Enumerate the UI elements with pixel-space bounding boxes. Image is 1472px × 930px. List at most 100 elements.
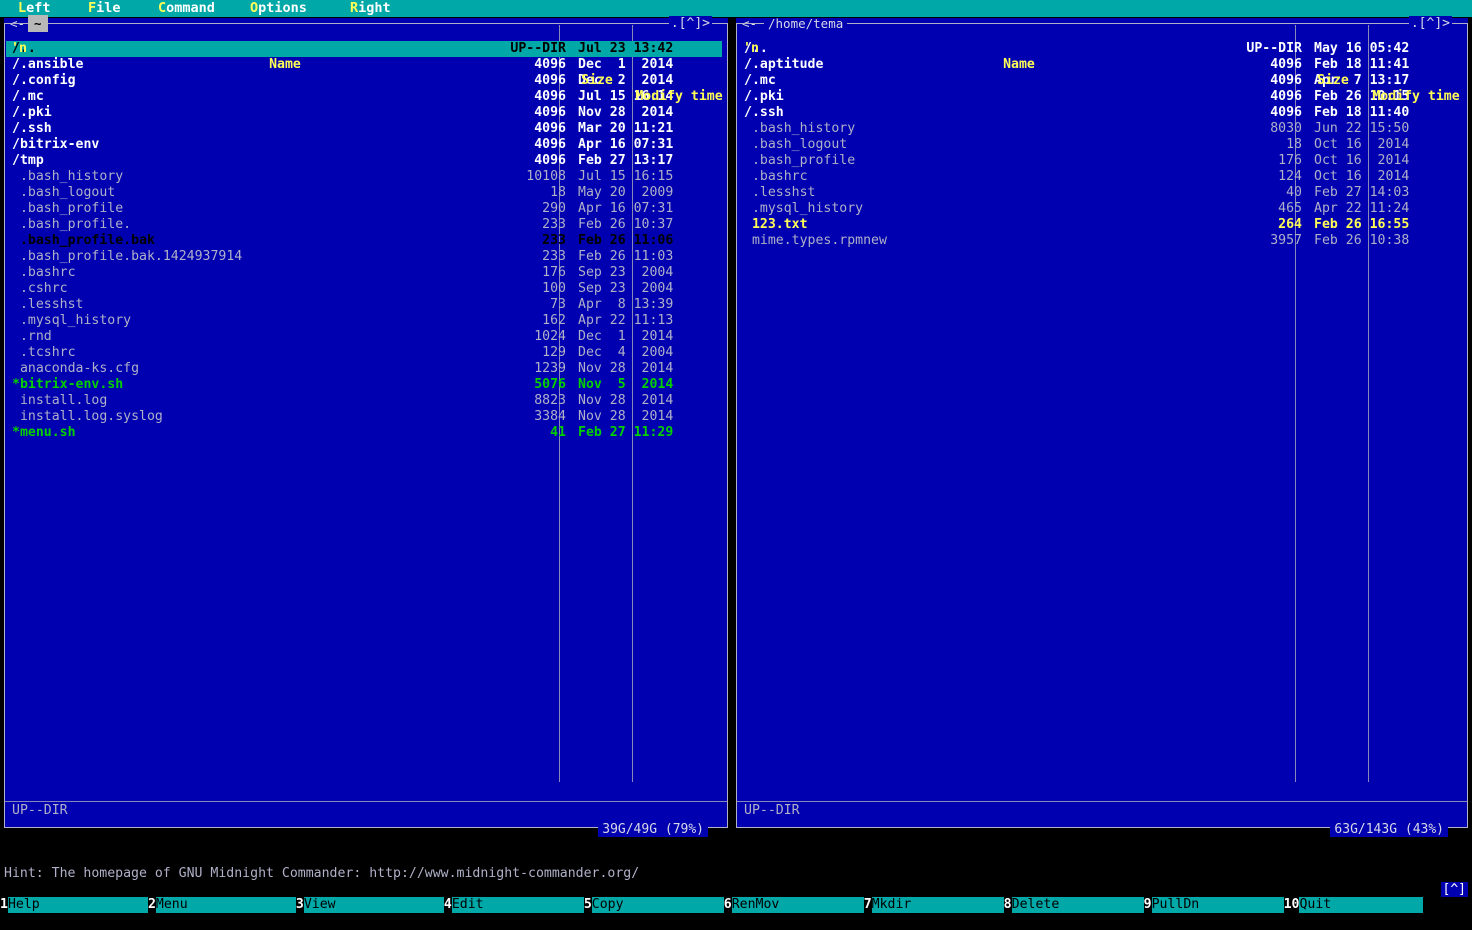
file-row[interactable]: .mysql_history 162 Apr 22 11:13 — [6, 313, 726, 329]
left-sort-indicator[interactable]: 'n — [11, 41, 27, 57]
file-row[interactable]: .rnd 1024 Dec 1 2014 — [6, 329, 726, 345]
right-column-headers[interactable]: 'n Name Size Modify time — [737, 25, 1467, 104]
fkey-7-mkdir[interactable]: 7Mkdir — [863, 897, 1004, 913]
fkey-2-menu[interactable]: 2Menu — [147, 897, 296, 913]
file-name: .bash_profile.bak — [12, 233, 155, 248]
file-size: 18 — [550, 185, 566, 200]
file-row[interactable]: .bash_profile 290 Apr 16 07:31 — [6, 201, 726, 217]
right-col-time[interactable]: Modify time — [1371, 89, 1461, 105]
file-name: .bashrc — [744, 169, 808, 184]
menu-item-command[interactable]: Command — [158, 0, 215, 17]
menu-item-options[interactable]: Options — [250, 0, 307, 17]
file-row[interactable]: .bash_profile 176 Oct 16 2014 — [738, 153, 1466, 169]
file-row[interactable]: /.pki 4096 Nov 28 2014 — [6, 105, 726, 121]
menu-item-right[interactable]: Right — [350, 0, 391, 17]
file-row[interactable]: 123.txt 264 Feb 26 16:55 — [738, 217, 1466, 233]
file-row[interactable]: *bitrix-env.sh 5076 Nov 5 2014 — [6, 377, 726, 393]
file-row[interactable]: /.. UP--DIR Jul 23 13:42 — [6, 41, 722, 57]
left-col-name[interactable]: Name — [11, 57, 559, 73]
file-size: 465 — [1278, 201, 1302, 216]
file-modify-time: Dec 1 2014 — [578, 329, 674, 344]
right-panel[interactable]: <- /home/tema .[^]> 'n Name Size Modify … — [736, 16, 1468, 837]
file-size: 5076 — [534, 377, 566, 392]
left-column-headers[interactable]: 'n Name Size Modify time — [5, 25, 727, 104]
file-row[interactable]: .cshrc 100 Sep 23 2004 — [6, 281, 726, 297]
file-row[interactable]: anaconda-ks.cfg 1239 Nov 28 2014 — [6, 361, 726, 377]
file-row[interactable]: install.log 8823 Nov 28 2014 — [6, 393, 726, 409]
file-row[interactable]: .bash_logout 18 Oct 16 2014 — [738, 137, 1466, 153]
function-key-bar[interactable]: 1Help 2Menu 3View 4Edit 5Copy 6RenMov 7Mkdir 8D… — [0, 897, 1472, 913]
file-size: 18 — [1286, 137, 1302, 152]
file-modify-time: Feb 26 16:55 — [1314, 217, 1410, 232]
file-row[interactable]: .bash_history 10108 Jul 15 16:15 — [6, 169, 726, 185]
file-row[interactable]: .mysql_history 465 Apr 22 11:24 — [738, 201, 1466, 217]
fkey-10-quit[interactable]: 10Quit — [1283, 897, 1424, 913]
file-size: 162 — [542, 313, 566, 328]
menu-item-left[interactable]: Left — [18, 0, 51, 17]
right-sort-indicator[interactable]: 'n — [743, 41, 759, 57]
file-name: .bash_logout — [744, 137, 848, 152]
file-modify-time: Mar 20 11:21 — [578, 121, 674, 136]
right-file-list[interactable]: /.. UP--DIR May 16 05:42/.aptitude 4096 Feb … — [738, 41, 1466, 801]
file-size: 3957 — [1270, 233, 1302, 248]
file-row[interactable]: /.ssh 4096 Feb 18 11:40 — [738, 105, 1466, 121]
file-row[interactable]: /.ssh 4096 Mar 20 11:21 — [6, 121, 726, 137]
file-row[interactable]: .bash_profile. 233 Feb 26 10:37 — [6, 217, 726, 233]
fkey-8-delete[interactable]: 8Delete — [1003, 897, 1144, 913]
file-name: .bash_profile — [744, 153, 856, 168]
file-row[interactable]: /.mc 4096 Jul 15 16:14 — [6, 89, 726, 105]
file-row[interactable]: .bashrc 124 Oct 16 2014 — [738, 169, 1466, 185]
menu-label: ile — [96, 0, 121, 16]
file-size: 8030 — [1270, 121, 1302, 136]
file-row[interactable]: .tcshrc 129 Dec 4 2004 — [6, 345, 726, 361]
file-modify-time: Jun 22 15:50 — [1314, 121, 1410, 136]
file-row[interactable]: .bash_history 8030 Jun 22 15:50 — [738, 121, 1466, 137]
left-col-size[interactable]: Size — [561, 73, 633, 89]
file-size: 40 — [1286, 185, 1302, 200]
file-row[interactable]: .bash_profile.bak 233 Feb 26 11:06 — [6, 233, 726, 249]
fkey-3-view[interactable]: 3View — [295, 897, 444, 913]
file-name: .bash_profile. — [12, 217, 132, 232]
shell-prompt-line[interactable]: [root@virt04 ~]# — [0, 882, 1472, 913]
file-row[interactable]: *menu.sh 41 Feb 27 11:29 — [6, 425, 726, 441]
file-name: install.log.syslog — [12, 409, 163, 424]
fkey-5-copy[interactable]: 5Copy — [583, 897, 724, 913]
mc-screen: Left File Command Options Right <- ~ .[^]> '… — [0, 0, 1472, 913]
file-size: UP--DIR — [1246, 41, 1302, 56]
fkey-label: Edit — [451, 897, 584, 913]
file-row[interactable]: /bitrix-env 4096 Apr 16 07:31 — [6, 137, 726, 153]
file-row[interactable]: install.log.syslog 3384 Nov 28 2014 — [6, 409, 726, 425]
file-modify-time: Oct 16 2014 — [1314, 153, 1410, 168]
fkey-6-renmov[interactable]: 6RenMov — [723, 897, 864, 913]
file-size: 4096 — [534, 153, 566, 168]
scroll-updown-indicator[interactable]: [^] — [1440, 882, 1468, 898]
right-col-size[interactable]: Size — [1297, 73, 1369, 89]
fkey-9-pulldn[interactable]: 9PullDn — [1143, 897, 1284, 913]
file-row[interactable]: .lesshst 73 Apr 8 13:39 — [6, 297, 726, 313]
file-size: 4096 — [534, 105, 566, 120]
file-row[interactable]: /.. UP--DIR May 16 05:42 — [738, 41, 1466, 57]
file-modify-time: Jul 15 16:15 — [578, 169, 674, 184]
menu-item-file[interactable]: File — [88, 0, 121, 17]
fkey-1-help[interactable]: 1Help — [0, 897, 148, 913]
file-row[interactable]: .lesshst 40 Feb 27 14:03 — [738, 185, 1466, 201]
file-row[interactable]: /.pki 4096 Feb 26 10:15 — [738, 89, 1466, 105]
right-col-name[interactable]: Name — [743, 57, 1295, 73]
fkey-4-edit[interactable]: 4Edit — [443, 897, 584, 913]
left-panel[interactable]: <- ~ .[^]> 'n Name Size Modify time /.. U… — [4, 15, 728, 837]
file-row[interactable]: .bash_logout 18 May 20 2009 — [6, 185, 726, 201]
file-row[interactable]: /tmp 4096 Feb 27 13:17 — [6, 153, 726, 169]
left-file-list[interactable]: /.. UP--DIR Jul 23 13:42/.ansible 4096 Dec 1… — [6, 41, 726, 801]
file-row[interactable]: mime.types.rpmnew 3957 Feb 26 10:38 — [738, 233, 1466, 249]
fkey-number: 9 — [1143, 897, 1152, 912]
menu-bar[interactable]: Left File Command Options Right — [0, 0, 1472, 17]
left-free-space: 39G/49G (79%) — [598, 823, 708, 837]
right-free-space: 63G/143G (43%) — [1330, 823, 1448, 837]
file-row[interactable]: .bash_profile.bak.1424937914 233 Feb 26 11… — [6, 249, 726, 265]
fkey-number: 1 — [0, 897, 8, 912]
file-name: .lesshst — [12, 297, 84, 312]
file-row[interactable]: .bashrc 176 Sep 23 2004 — [6, 265, 726, 281]
file-modify-time: Nov 28 2014 — [578, 409, 674, 424]
file-size: 4096 — [534, 137, 566, 152]
left-col-time[interactable]: Modify time — [635, 89, 723, 105]
